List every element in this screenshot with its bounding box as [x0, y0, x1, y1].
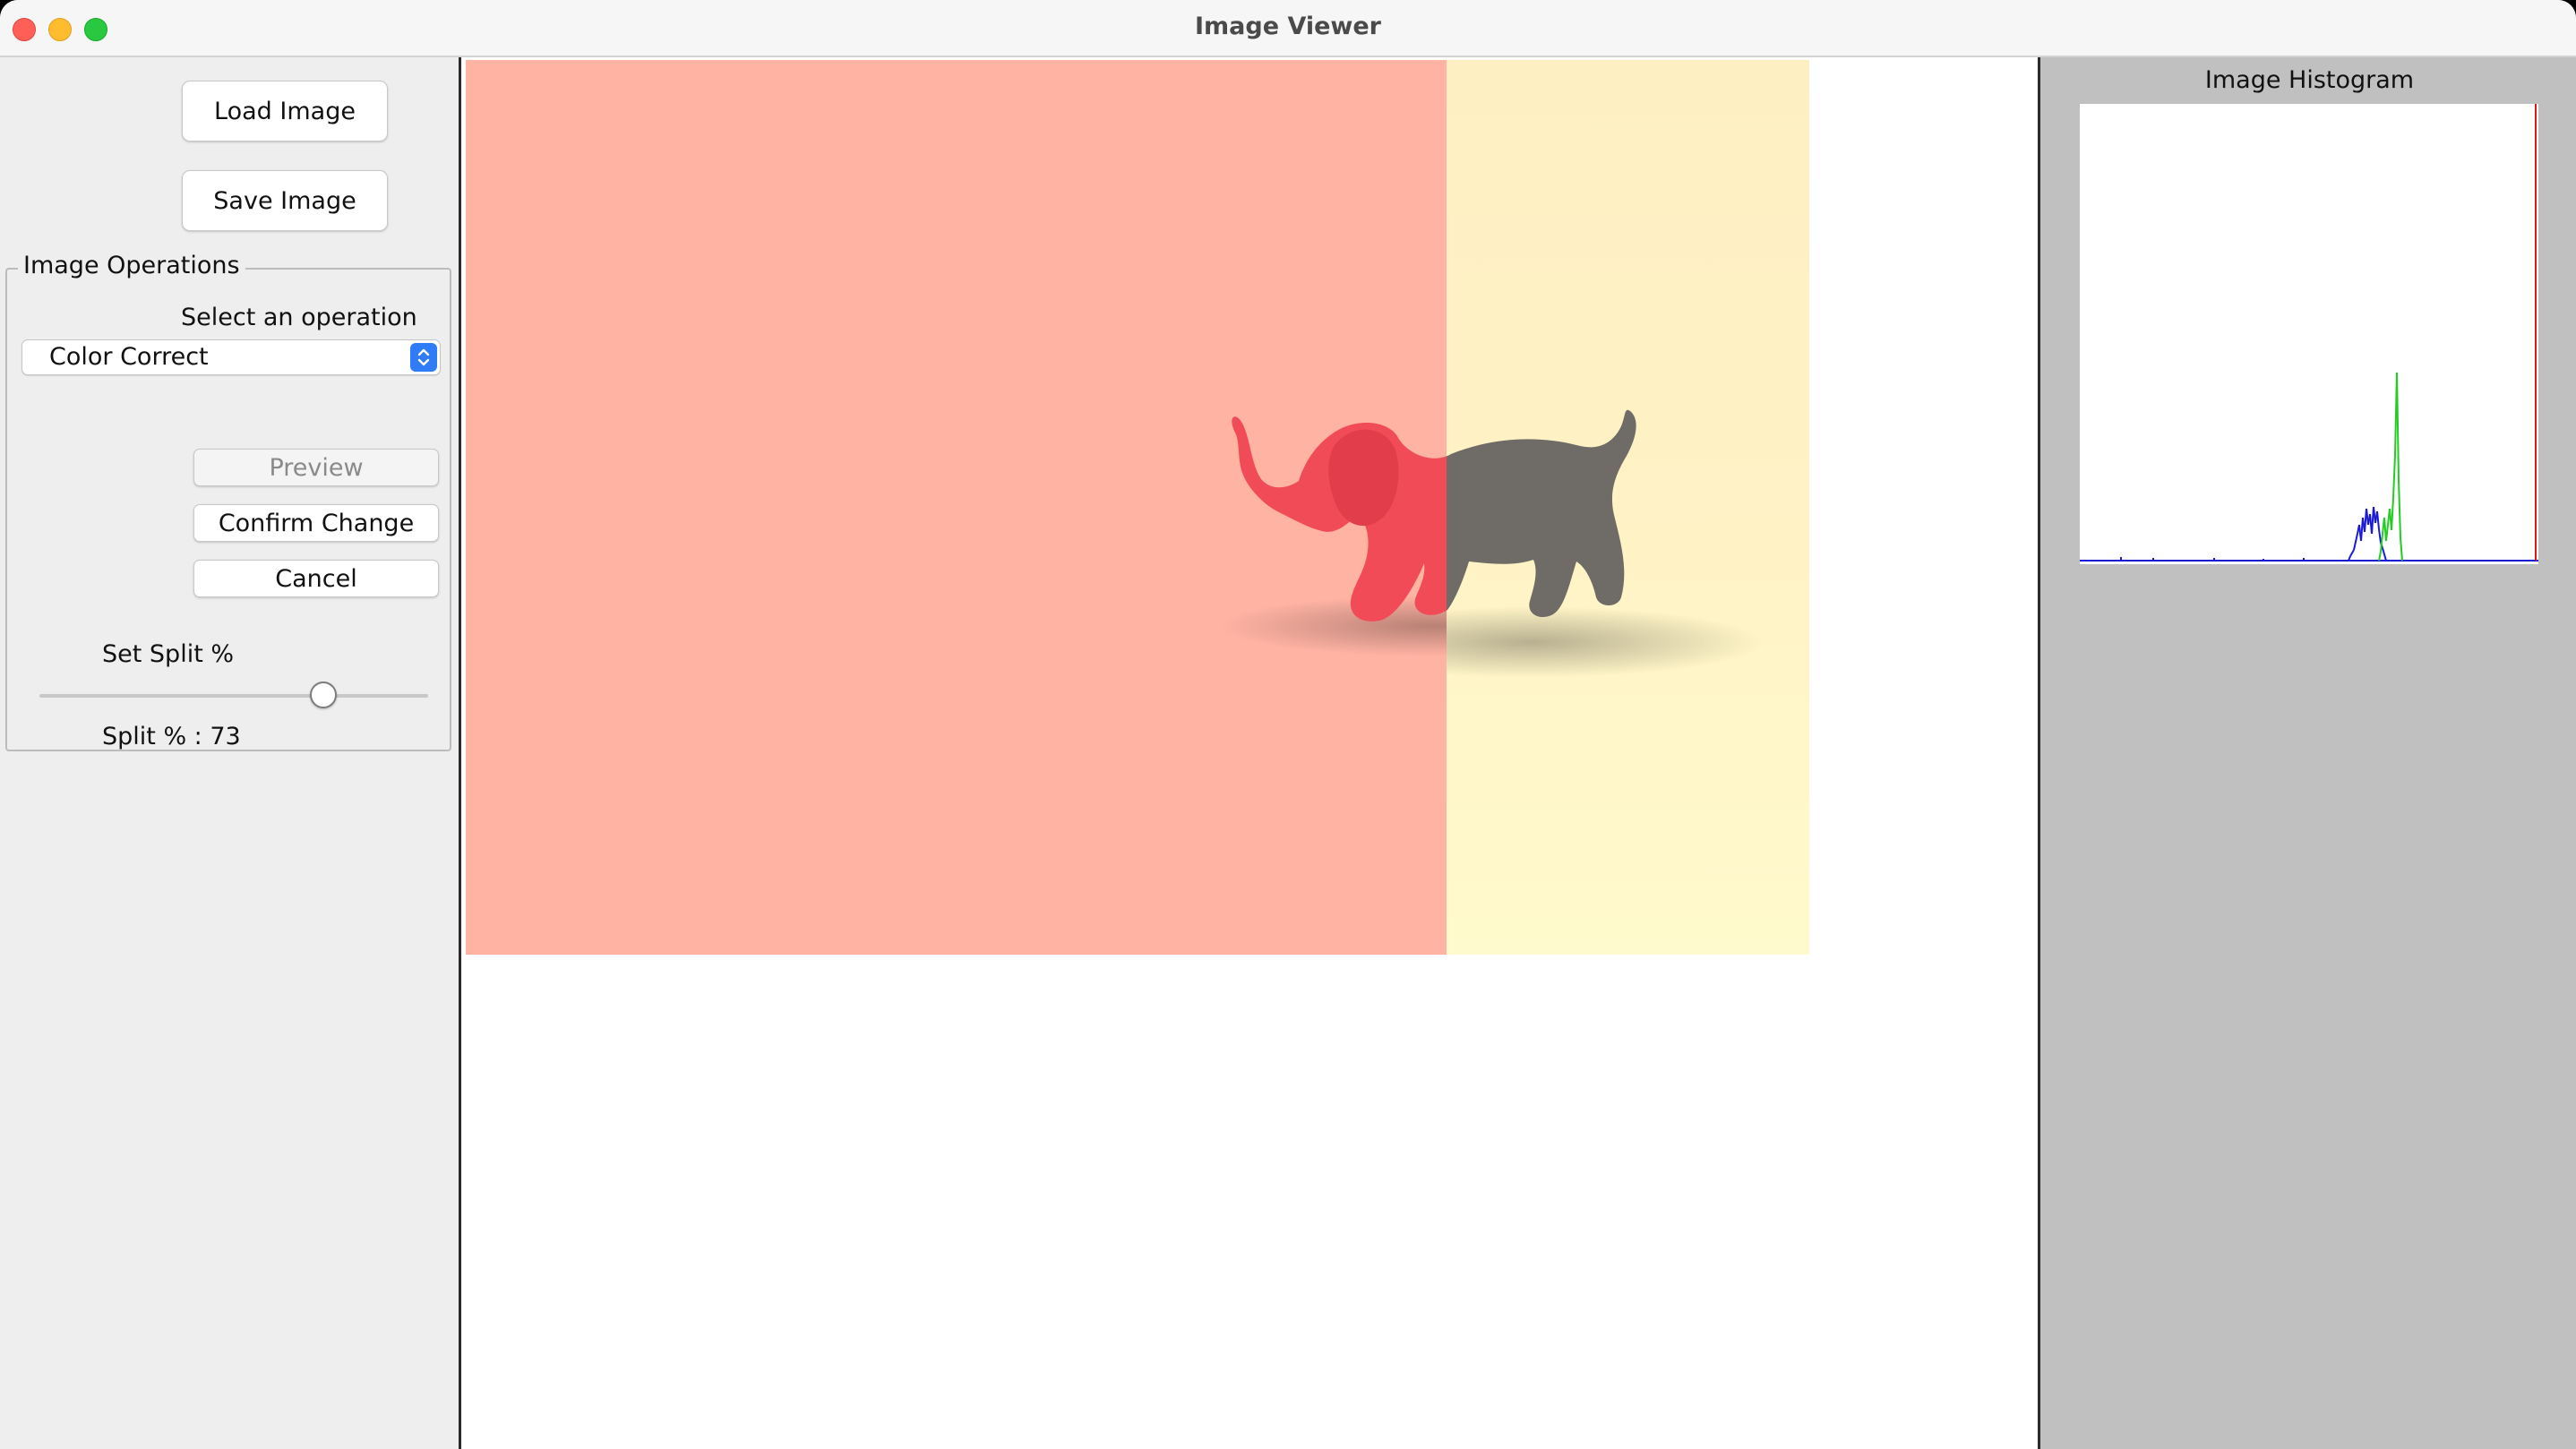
- histogram-blue-series: [2382, 547, 2387, 562]
- image-operations-group: Image Operations Select an operation Col…: [5, 252, 451, 751]
- histogram-blue-series: [2376, 510, 2380, 530]
- preview-button[interactable]: Preview: [193, 449, 439, 486]
- save-image-button[interactable]: Save Image: [182, 170, 388, 231]
- histogram-green-series: [2378, 551, 2382, 562]
- histogram-green-series: [2398, 479, 2401, 539]
- elephant-figure: [1218, 409, 1765, 678]
- image-operations-title: Image Operations: [18, 252, 245, 279]
- image-canvas: [461, 57, 2038, 1449]
- confirm-change-button[interactable]: Confirm Change: [193, 504, 439, 542]
- operation-dropdown[interactable]: Color Correct: [21, 339, 441, 375]
- histogram-title: Image Histogram: [2204, 66, 2415, 94]
- split-slider-track[interactable]: [39, 694, 428, 698]
- window-title: Image Viewer: [1195, 13, 1381, 40]
- histogram-panel: Image Histogram: [2038, 57, 2576, 1449]
- select-operation-label: Select an operation: [181, 304, 417, 331]
- histogram-green-series: [2400, 537, 2403, 562]
- load-image-button[interactable]: Load Image: [182, 81, 388, 141]
- histogram-green-series: [2392, 454, 2396, 499]
- cancel-button[interactable]: Cancel: [193, 560, 439, 597]
- histogram-chart: [2080, 104, 2538, 564]
- histogram-green-series: [2396, 372, 2400, 481]
- histogram-blue-series: [2349, 549, 2355, 557]
- histogram-blue-series: [2378, 528, 2382, 544]
- split-percent-label: Set Split %: [102, 640, 235, 668]
- histogram-green-series: [2385, 524, 2389, 542]
- split-slider-thumb[interactable]: [309, 682, 337, 708]
- controls-panel: Load Image Save Image Image Operations S…: [0, 57, 461, 1449]
- histogram-green-series: [2391, 497, 2394, 531]
- chevron-up-down-icon: [410, 343, 437, 372]
- title-bar: Image Viewer: [0, 0, 2576, 57]
- operation-dropdown-value: Color Correct: [49, 343, 209, 371]
- app-window: Image Viewer Load Image Save Image Image…: [0, 0, 2576, 1449]
- histogram-blue-series: [2353, 533, 2358, 551]
- split-preview-image: [466, 60, 1809, 955]
- split-percent-value: Split % : 73: [102, 723, 241, 750]
